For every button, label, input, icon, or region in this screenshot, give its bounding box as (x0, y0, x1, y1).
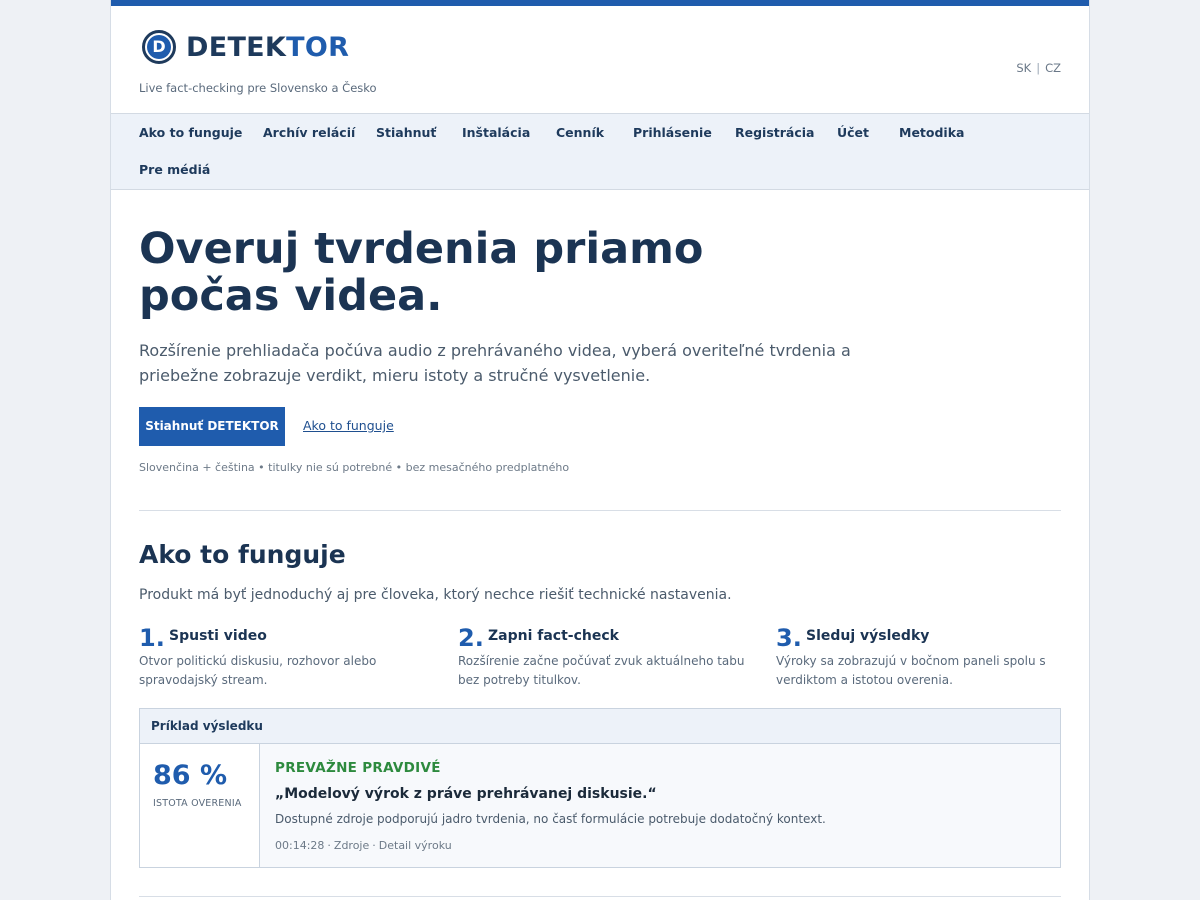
nav-item-pricing[interactable]: Cenník (556, 125, 604, 140)
verdict-badge: PREVAŽNE PRAVDIVÉ (275, 760, 441, 776)
nav-item-installation[interactable]: Inštalácia (462, 125, 530, 140)
example-header: Príklad výsledku (140, 709, 1060, 744)
step-description: Otvor politickú diskusiu, rozhovor alebo… (139, 654, 377, 687)
step-number: 3. (776, 624, 802, 652)
nav-item-register[interactable]: Registrácia (735, 125, 814, 140)
section-divider-bottom (139, 896, 1061, 897)
step-title: Sleduj výsledky (806, 628, 930, 644)
sources-link[interactable]: Zdroje (334, 839, 369, 852)
hero-title: Overuj tvrdenia priamo počas videa. (139, 224, 704, 321)
language-switcher: SK | CZ (1016, 61, 1061, 75)
lang-sk-link[interactable]: SK (1016, 61, 1031, 75)
claim-explanation: Dostupné zdroje podporujú jadro tvrdenia… (275, 812, 826, 826)
lang-cz-link[interactable]: CZ (1045, 61, 1061, 75)
how-it-works-title: Ako to funguje (139, 540, 346, 569)
nav-item-login[interactable]: Prihlásenie (633, 125, 712, 140)
step-title: Zapni fact-check (488, 628, 619, 644)
claim-meta: 00:14:28 · Zdroje · Detail výroku (275, 839, 452, 852)
claim-detail-link[interactable]: Detail výroku (379, 839, 452, 852)
how-it-works-description: Produkt má byť jednoduchý aj pre človeka… (139, 587, 732, 603)
hero-description: Rozšírenie prehliadača počúva audio z pr… (139, 341, 851, 385)
confidence-score-panel: 86 % ISTOTA OVERENIA (140, 744, 260, 867)
site-tagline: Live fact-checking pre Slovensko a Česko (139, 81, 377, 95)
meta-separator: · (327, 839, 331, 852)
main-nav: Ako to funguje Archív relácií Stiahnuť I… (111, 114, 1089, 190)
brand-logo-link[interactable]: D DETEKTOR (142, 30, 349, 64)
step-description: Rozšírenie začne počúvať zvuk aktuálneho… (458, 654, 745, 687)
nav-item-account[interactable]: Účet (837, 125, 869, 140)
claim-timestamp: 00:14:28 (275, 839, 325, 852)
confidence-score: 86 % (153, 760, 228, 791)
nav-item-methodology[interactable]: Metodika (899, 125, 964, 140)
nav-item-media[interactable]: Pre médiá (139, 162, 210, 177)
page: D DETEKTOR Live fact-checking pre Sloven… (110, 0, 1090, 900)
step-number: 1. (139, 624, 165, 652)
download-button[interactable]: Stiahnuť DETEKTOR (139, 407, 285, 446)
nav-item-download[interactable]: Stiahnuť (376, 125, 436, 140)
hero-note: Slovenčina + čeština • titulky nie sú po… (139, 461, 570, 474)
meta-separator: · (372, 839, 376, 852)
nav-item-archive[interactable]: Archív relácií (263, 125, 355, 140)
brand-name-part1: DETEK (186, 31, 287, 63)
brand-name: DETEKTOR (186, 32, 349, 63)
example-result-card: Príklad výsledku 86 % ISTOTA OVERENIA PR… (139, 708, 1061, 868)
step-description: Výroky sa zobrazujú v bočnom paneli spol… (776, 654, 1046, 687)
example-body: PREVAŽNE PRAVDIVÉ „Modelový výrok z práv… (260, 744, 1060, 867)
logo-icon: D (142, 30, 176, 64)
nav-item-how-it-works[interactable]: Ako to funguje (139, 125, 242, 140)
section-divider (139, 510, 1061, 511)
brand-name-part2: TOR (286, 31, 350, 63)
step-number: 2. (458, 624, 484, 652)
how-it-works-link[interactable]: Ako to funguje (303, 418, 394, 433)
site-header: D DETEKTOR Live fact-checking pre Sloven… (111, 6, 1089, 114)
step-title: Spusti video (169, 628, 267, 644)
confidence-label: ISTOTA OVERENIA (153, 798, 242, 809)
claim-quote: „Modelový výrok z práve prehrávanej disk… (275, 786, 657, 802)
lang-separator: | (1036, 61, 1041, 75)
logo-letter: D (147, 35, 171, 59)
